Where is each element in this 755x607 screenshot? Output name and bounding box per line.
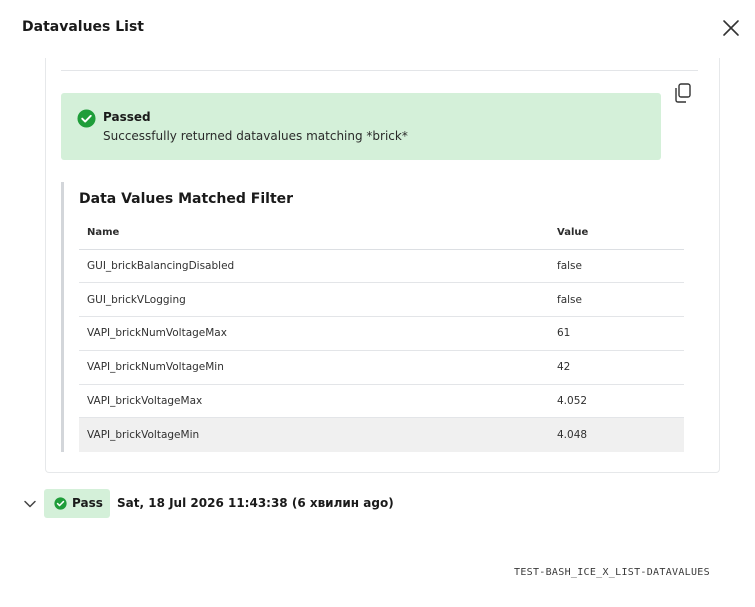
chevron-down-icon[interactable]	[22, 496, 38, 512]
alert-message: Successfully returned datavalues matchin…	[103, 129, 408, 143]
table-row: VAPI_brickNumVoltageMin 42	[79, 350, 684, 385]
result-timestamp: Sat, 18 Jul 2026 11:43:38 (6 хвилин ago)	[117, 496, 394, 510]
cell-value: 42	[549, 350, 684, 385]
cell-name: VAPI_brickVoltageMax	[79, 384, 549, 419]
table-row: VAPI_brickNumVoltageMax 61	[79, 316, 684, 351]
column-header-name: Name	[79, 216, 549, 250]
panel-title: Data Values Matched Filter	[79, 191, 294, 207]
divider	[61, 70, 698, 71]
cell-name: GUI_brickVLogging	[79, 282, 549, 318]
close-button[interactable]	[720, 17, 742, 39]
cell-value: 4.052	[549, 384, 684, 419]
table-row: GUI_brickVLogging false	[79, 282, 684, 318]
table-row: VAPI_brickVoltageMax 4.052	[79, 384, 684, 419]
table-row: GUI_brickBalancingDisabled false	[79, 249, 684, 284]
check-circle-icon	[77, 109, 96, 128]
cell-value: 4.048	[549, 417, 684, 452]
close-icon[interactable]	[720, 17, 742, 39]
check-circle-icon	[54, 497, 67, 510]
success-alert: Passed Successfully returned datavalues …	[61, 93, 661, 160]
pass-label: Pass	[72, 496, 103, 510]
copy-icon[interactable]	[673, 82, 693, 104]
alert-title: Passed	[103, 110, 151, 124]
datavalues-table: Name Value GUI_brickBalancingDisabled fa…	[79, 216, 684, 452]
test-id: TEST-BASH_ICE_X_LIST-DATAVALUES	[514, 567, 710, 578]
column-header-value: Value	[549, 216, 684, 250]
result-card: Passed Successfully returned datavalues …	[45, 58, 720, 473]
dialog-title: Datavalues List	[22, 19, 144, 35]
cell-value: false	[549, 249, 684, 284]
cell-name: GUI_brickBalancingDisabled	[79, 249, 549, 284]
table-row: VAPI_brickVoltageMin 4.048	[79, 417, 684, 452]
datavalues-panel: Data Values Matched Filter Name Value GU…	[61, 182, 685, 452]
cell-value: false	[549, 282, 684, 318]
table-header-row: Name Value	[79, 216, 684, 250]
cell-name: VAPI_brickVoltageMin	[79, 417, 549, 452]
pass-badge[interactable]: Pass	[44, 489, 110, 518]
cell-name: VAPI_brickNumVoltageMin	[79, 350, 549, 385]
copy-button[interactable]	[673, 82, 693, 104]
cell-name: VAPI_brickNumVoltageMax	[79, 316, 549, 351]
cell-value: 61	[549, 316, 684, 351]
